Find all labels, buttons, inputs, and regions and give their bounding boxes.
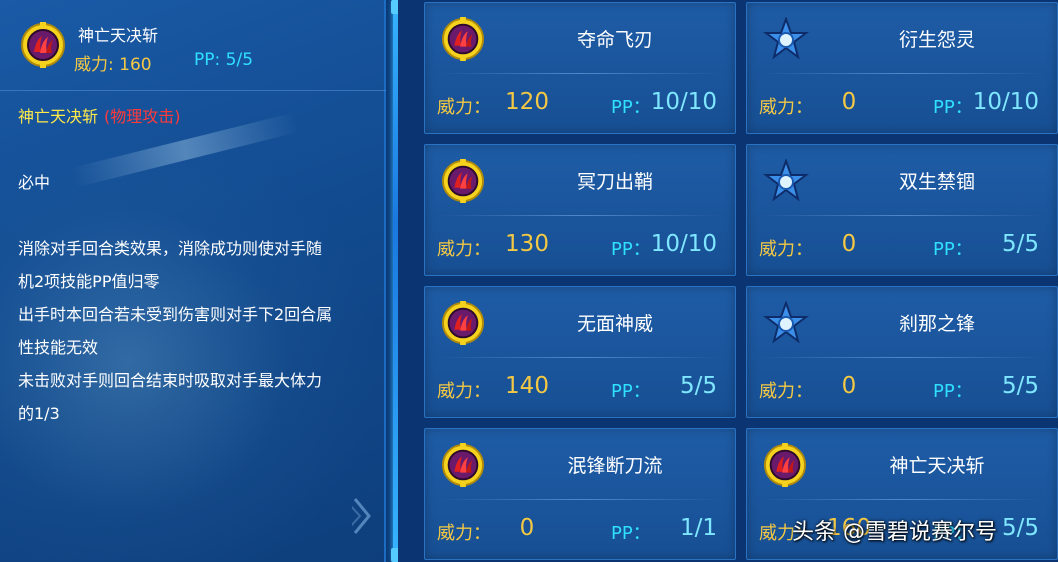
pp-label: PP：: [933, 239, 973, 260]
selected-skill-header: 神亡天决斩 威力: 160 PP: 5/5: [0, 0, 386, 91]
selected-skill-power: 威力: 160: [74, 55, 152, 75]
pp-value: 5/5: [1001, 515, 1039, 541]
pp-value: 10/10: [650, 89, 717, 115]
pp-label: PP：: [611, 523, 651, 544]
red-claw-icon: [441, 443, 485, 491]
skill-card[interactable]: 刹那之锋 威力： 0 PP： 5/5: [746, 286, 1058, 418]
red-claw-icon: [763, 443, 807, 491]
skill-name: 冥刀出鞘: [576, 171, 653, 193]
description-line: 机2项技能PP值归零: [18, 272, 160, 291]
skill-description: 神亡天决斩 (物理攻击) 必中 消除对手回合类效果，消除成功则使对手随 机2项技能…: [18, 100, 380, 430]
chevron-right-icon[interactable]: [348, 496, 372, 536]
power-value: 130: [505, 231, 549, 257]
power-label: 威力：: [437, 97, 491, 118]
red-claw-icon: [441, 159, 485, 207]
power-value: 0: [841, 231, 857, 257]
skill-name: 刹那之锋: [898, 313, 975, 335]
blue-star-icon: [763, 16, 809, 67]
description-line: 消除对手回合类效果，消除成功则使对手随: [18, 239, 323, 258]
description-line: 未击败对手则回合结束时吸取对手最大体力: [18, 371, 323, 390]
skill-card[interactable]: 衍生怨灵 威力： 0 PP： 10/10: [746, 2, 1058, 134]
power-label: 威力：: [759, 381, 813, 402]
skill-name: 夺命飞刃: [576, 29, 653, 51]
red-claw-icon: [441, 301, 485, 349]
power-value: 140: [505, 373, 549, 399]
skill-card[interactable]: 双生禁锢 威力： 0 PP： 5/5: [746, 144, 1058, 276]
description-line: 必中: [18, 173, 51, 192]
skill-name: 衍生怨灵: [898, 29, 975, 51]
pp-value: 10/10: [972, 89, 1039, 115]
red-claw-icon: [20, 22, 66, 72]
skill-detail-panel: 神亡天决斩 威力: 160 PP: 5/5 神亡天决斩 (物理攻击) 必中 消除对…: [0, 0, 386, 562]
selected-skill-name: 神亡天决斩: [78, 26, 159, 45]
skill-name: 双生禁锢: [898, 171, 975, 193]
power-label: 威力：: [437, 239, 491, 260]
power-value: 0: [841, 373, 857, 399]
pp-label: PP：: [933, 97, 973, 118]
blue-star-icon: [763, 158, 809, 209]
selected-skill-pp: PP: 5/5: [194, 50, 254, 70]
pp-label: PP：: [611, 239, 651, 260]
pp-label: PP：: [611, 381, 651, 402]
description-category: (物理攻击): [104, 107, 181, 126]
description-title: 神亡天决斩 (物理攻击): [18, 100, 380, 133]
power-value: 120: [505, 89, 549, 115]
pp-label: PP：: [933, 381, 973, 402]
description-skill-name: 神亡天决斩: [18, 107, 99, 126]
power-label: 威力：: [759, 97, 813, 118]
pp-value: 5/5: [1001, 231, 1039, 257]
pp-value: 1/1: [679, 515, 717, 541]
blue-star-icon: [763, 300, 809, 351]
power-label: 威力：: [437, 381, 491, 402]
power-label: 威力：: [759, 239, 813, 260]
skill-card[interactable]: 冥刀出鞘 威力： 130 PP： 10/10: [424, 144, 736, 276]
description-line: 的1/3: [18, 404, 60, 423]
description-line: 出手时本回合若未受到伤害则对手下2回合属: [18, 305, 333, 324]
description-line: 性技能无效: [18, 338, 99, 357]
pp-label: PP：: [611, 97, 651, 118]
red-claw-icon: [441, 17, 485, 65]
pp-value: 10/10: [650, 231, 717, 257]
skill-card[interactable]: 泯锋断刀流 威力： 0 PP： 1/1: [424, 428, 736, 560]
pp-value: 5/5: [1001, 373, 1039, 399]
skill-card[interactable]: 夺命飞刃 威力： 120 PP： 10/10: [424, 2, 736, 134]
power-value: 0: [841, 89, 857, 115]
skill-name: 无面神威: [576, 313, 653, 335]
skill-name: 神亡天决斩: [889, 455, 985, 477]
skill-card[interactable]: 无面神威 威力： 140 PP： 5/5: [424, 286, 736, 418]
skill-name: 泯锋断刀流: [567, 455, 663, 477]
pp-value: 5/5: [679, 373, 717, 399]
watermark: 头条 @雪碧说赛尔号: [792, 520, 997, 545]
power-value: 0: [519, 515, 535, 541]
power-label: 威力：: [437, 523, 491, 544]
